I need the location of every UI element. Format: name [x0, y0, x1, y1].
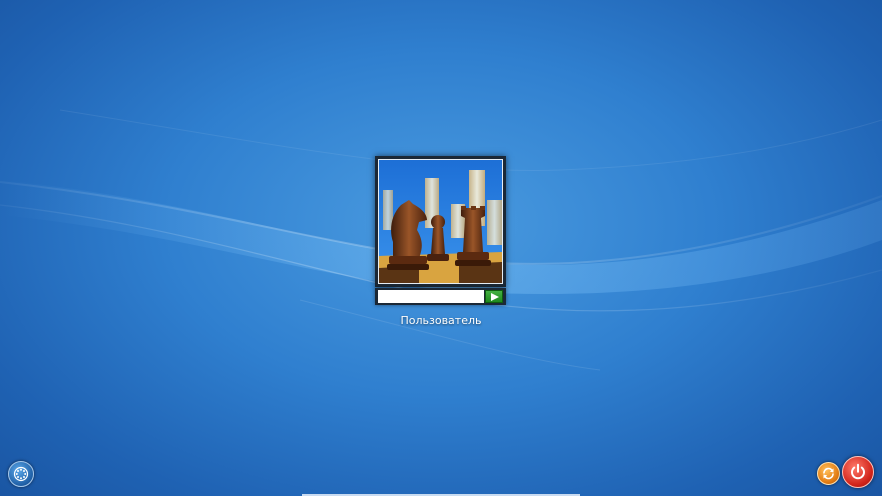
restart-icon [823, 467, 834, 480]
ease-of-access-button[interactable] [8, 461, 34, 487]
user-tile[interactable] [375, 156, 506, 287]
shutdown-button[interactable] [842, 456, 874, 488]
arrow-right-icon [491, 293, 499, 301]
ease-of-access-icon [13, 466, 29, 482]
login-button[interactable] [485, 290, 503, 303]
chess-pieces-picture [378, 159, 503, 284]
password-row [375, 288, 506, 305]
password-input[interactable] [378, 290, 484, 303]
login-screen: Пользователь [0, 0, 882, 496]
restart-button[interactable] [817, 462, 840, 485]
user-name: Пользователь [400, 314, 482, 327]
power-icon [851, 463, 865, 480]
